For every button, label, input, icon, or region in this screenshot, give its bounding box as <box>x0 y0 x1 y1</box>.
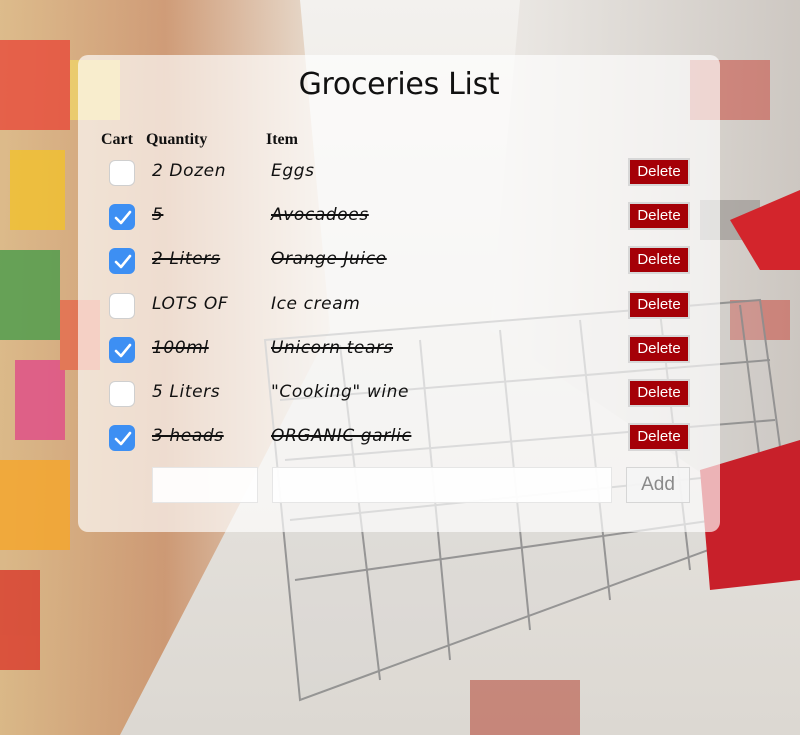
item-quantity: 2 Liters <box>152 249 221 270</box>
cart-checkbox[interactable] <box>109 204 135 231</box>
item-quantity: 2 Dozen <box>152 161 227 181</box>
checkmark-icon <box>114 255 132 269</box>
column-header-quantity: Quantity <box>146 131 208 148</box>
delete-button[interactable]: Delete <box>628 334 690 363</box>
cart-checkbox[interactable] <box>109 336 135 363</box>
list-item: LOTS OF Ice cream Delete <box>78 289 720 333</box>
delete-button[interactable]: Delete <box>628 246 690 275</box>
list-item: 5 Liters "Cooking" wine Delete <box>78 377 720 421</box>
item-quantity: 100ml <box>152 337 209 358</box>
item-quantity: LOTS OF <box>152 293 229 314</box>
new-quantity-input[interactable] <box>152 467 258 503</box>
cart-checkbox[interactable] <box>109 292 135 319</box>
item-name: Orange Juice <box>271 249 387 270</box>
cart-checkbox[interactable] <box>109 425 135 452</box>
cart-checkbox[interactable] <box>109 381 135 407</box>
item-name: Unicorn tears <box>271 337 394 358</box>
checkmark-icon <box>114 210 132 225</box>
page-title: Groceries List <box>298 67 500 102</box>
cart-checkbox[interactable] <box>109 160 135 186</box>
item-name: Ice cream <box>271 293 361 314</box>
column-header-cart: Cart <box>101 131 133 148</box>
list-item: 5 Avocadoes Delete <box>78 200 720 244</box>
item-quantity: 5 Liters <box>152 382 221 402</box>
delete-button[interactable]: Delete <box>628 290 690 319</box>
delete-button[interactable]: Delete <box>628 158 690 186</box>
add-button[interactable]: Add <box>626 467 690 503</box>
item-name: Eggs <box>271 161 315 181</box>
column-header-item: Item <box>266 131 298 148</box>
checkmark-icon <box>114 431 132 446</box>
item-name: Avocadoes <box>271 205 369 226</box>
cart-checkbox[interactable] <box>109 248 135 275</box>
delete-button[interactable]: Delete <box>628 202 690 231</box>
list-item: 2 Dozen Eggs Delete <box>78 156 720 200</box>
groceries-card: Groceries List Cart Quantity Item 2 Doze… <box>78 55 720 532</box>
list-item: 100ml Unicorn tears Delete <box>78 333 720 377</box>
item-quantity: 3 heads <box>152 426 224 447</box>
list-item: 3 heads ORGANIC garlic Delete <box>78 421 720 465</box>
list-item: 2 Liters Orange Juice Delete <box>78 244 720 288</box>
item-quantity: 5 <box>152 205 164 226</box>
delete-button[interactable]: Delete <box>628 379 690 407</box>
checkmark-icon <box>114 343 132 358</box>
add-item-form: Add <box>78 467 720 505</box>
item-name: ORGANIC garlic <box>271 426 412 447</box>
delete-button[interactable]: Delete <box>628 423 690 452</box>
new-item-input[interactable] <box>272 467 612 503</box>
item-name: "Cooking" wine <box>271 382 410 402</box>
